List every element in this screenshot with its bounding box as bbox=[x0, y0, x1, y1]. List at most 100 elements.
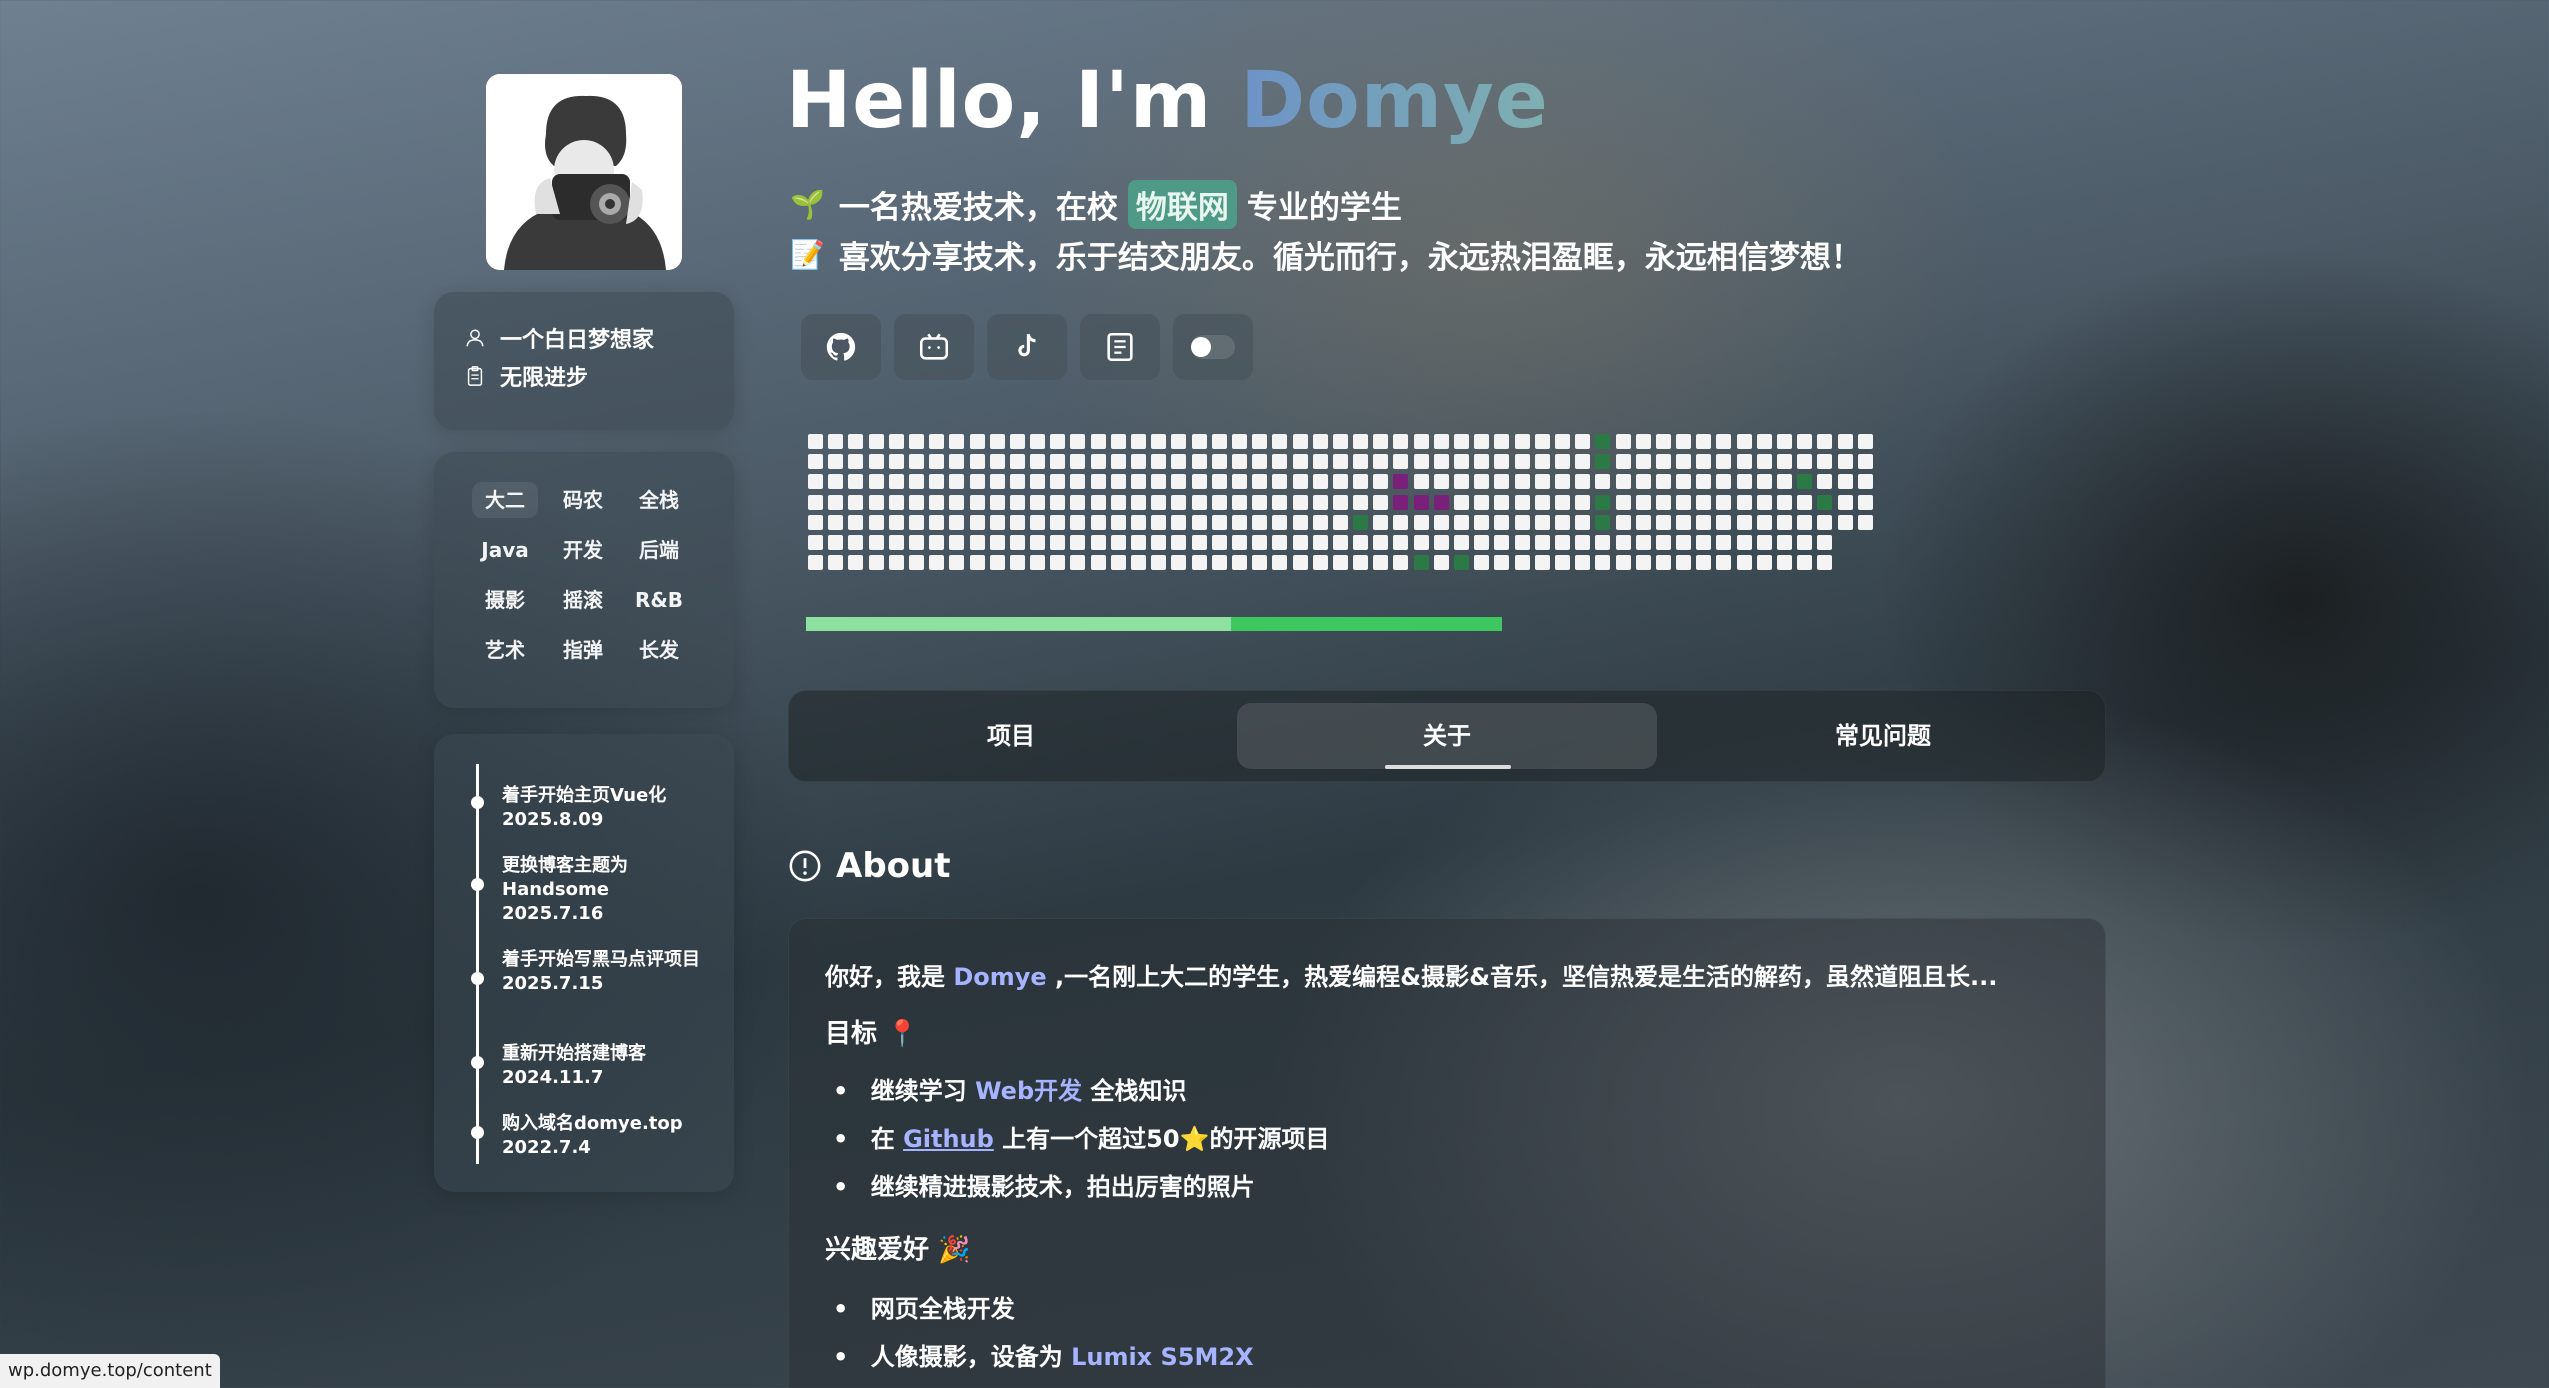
contribution-cell bbox=[1817, 434, 1833, 449]
contribution-cell bbox=[929, 454, 945, 470]
contribution-cell bbox=[888, 555, 904, 571]
timeline-item-date: 2025.8.09 bbox=[502, 809, 604, 830]
contribution-cell bbox=[1433, 555, 1449, 571]
contribution-cell bbox=[1554, 534, 1570, 550]
about-intro: 你好，我是 Domye ,一名刚上大二的学生，热爱编程&摄影&音乐，坚信热爱是生… bbox=[825, 957, 1997, 992]
bilibili-button[interactable] bbox=[894, 314, 974, 380]
contribution-cell bbox=[1131, 454, 1146, 470]
contribution-cell bbox=[1454, 494, 1469, 510]
contribution-cell bbox=[1454, 434, 1469, 449]
timeline-dot bbox=[471, 972, 484, 985]
bilibili-icon bbox=[919, 333, 949, 360]
contribution-cell bbox=[1171, 474, 1187, 490]
contribution-cell bbox=[1413, 454, 1429, 470]
contribution-cell bbox=[1554, 434, 1570, 449]
contribution-cell bbox=[888, 454, 904, 470]
blog-button[interactable] bbox=[1080, 314, 1160, 380]
tag[interactable]: 摄影 bbox=[472, 582, 538, 618]
contribution-cell bbox=[1474, 534, 1490, 550]
contribution-cell bbox=[1494, 534, 1510, 550]
contribution-cell bbox=[1716, 555, 1732, 571]
github-button[interactable] bbox=[801, 314, 881, 380]
contribution-cell bbox=[1575, 494, 1591, 510]
contribution-cell bbox=[1353, 494, 1369, 510]
contribution-cell bbox=[1252, 555, 1268, 571]
tab-faq[interactable]: 常见问题 bbox=[1673, 703, 2093, 769]
contribution-cell bbox=[1272, 514, 1288, 530]
tab-projects[interactable]: 项目 bbox=[801, 703, 1221, 769]
contribution-cell bbox=[1171, 514, 1187, 530]
contribution-cell bbox=[1353, 434, 1369, 449]
status-bar-url: wp.domye.top/content bbox=[0, 1354, 220, 1388]
contribution-cell bbox=[1211, 474, 1227, 490]
contribution-cell bbox=[1272, 555, 1288, 571]
contribution-cell bbox=[1332, 454, 1348, 470]
theme-toggle[interactable] bbox=[1191, 335, 1235, 359]
tiktok-button[interactable] bbox=[987, 314, 1067, 380]
tag[interactable]: 码农 bbox=[550, 482, 616, 518]
tag[interactable]: 艺术 bbox=[472, 632, 538, 668]
contribution-cell bbox=[1797, 514, 1813, 530]
contribution-cell bbox=[1474, 514, 1490, 530]
contribution-cell bbox=[1454, 454, 1469, 470]
contribution-cell bbox=[828, 434, 844, 449]
contribution-cell bbox=[1211, 514, 1227, 530]
tab-about[interactable]: 关于 bbox=[1237, 703, 1657, 769]
contribution-cell bbox=[969, 555, 985, 571]
tag[interactable]: 指弹 bbox=[550, 632, 616, 668]
tag[interactable]: 后端 bbox=[626, 532, 692, 568]
github-link[interactable]: Github bbox=[903, 1125, 994, 1153]
timeline-dot bbox=[471, 878, 484, 891]
contribution-cell bbox=[1655, 534, 1671, 550]
tag[interactable]: 大二 bbox=[472, 482, 538, 518]
contribution-cell bbox=[888, 534, 904, 550]
contribution-cell bbox=[1090, 434, 1106, 449]
contribution-cell bbox=[1575, 454, 1591, 470]
contribution-cell bbox=[1332, 474, 1348, 490]
contribution-cell bbox=[1009, 454, 1025, 470]
contribution-cell bbox=[929, 534, 945, 550]
tag[interactable]: R&B bbox=[626, 582, 692, 618]
contribution-cell bbox=[1131, 434, 1146, 449]
clipboard-icon bbox=[467, 366, 483, 386]
contribution-cell bbox=[888, 494, 904, 510]
contribution-grid bbox=[808, 434, 1873, 571]
contribution-cell bbox=[1575, 514, 1591, 530]
contribution-cell bbox=[1777, 454, 1792, 470]
contribution-cell bbox=[1433, 514, 1449, 530]
contribution-cell bbox=[1151, 454, 1167, 470]
intro-line-2-text: 喜欢分享技术，乐于结交朋友。循光而行，永远热泪盈眶，永远相信梦想！ bbox=[838, 240, 1862, 276]
contribution-cell bbox=[848, 474, 864, 490]
contribution-cell bbox=[1777, 474, 1792, 490]
contribution-cell bbox=[1171, 555, 1187, 571]
contribution-cell bbox=[1514, 454, 1530, 470]
contribution-cell bbox=[1030, 555, 1046, 571]
timeline-item-date: 2025.7.15 bbox=[502, 973, 604, 994]
contribution-cell bbox=[1292, 555, 1308, 571]
contribution-cell bbox=[908, 514, 924, 530]
tag[interactable]: 开发 bbox=[550, 532, 616, 568]
contribution-cell bbox=[1373, 555, 1389, 571]
contribution-cell bbox=[1030, 494, 1046, 510]
contribution-cell bbox=[1312, 514, 1328, 530]
contribution-cell bbox=[1393, 474, 1409, 490]
contribution-cell bbox=[1211, 434, 1227, 449]
contribution-cell bbox=[1756, 514, 1772, 530]
tag[interactable]: 摇滚 bbox=[550, 582, 616, 618]
tag[interactable]: 全栈 bbox=[626, 482, 692, 518]
contribution-cell bbox=[1676, 555, 1692, 571]
timeline-card: 着手开始主页Vue化 2025.8.09 更换博客主题为Handsome 202… bbox=[434, 734, 734, 1192]
theme-toggle-button[interactable] bbox=[1173, 314, 1253, 380]
contribution-cell bbox=[1433, 454, 1449, 470]
timeline-item: 购入域名domye.top 2022.7.4 bbox=[502, 1112, 712, 1160]
contribution-cell bbox=[868, 514, 884, 530]
contribution-cell bbox=[929, 514, 945, 530]
contribution-cell bbox=[1211, 454, 1227, 470]
contribution-cell bbox=[1131, 514, 1146, 530]
tag[interactable]: 长发 bbox=[626, 632, 692, 668]
tag[interactable]: Java bbox=[472, 532, 538, 568]
contribution-cell bbox=[1676, 474, 1692, 490]
contribution-cell bbox=[1433, 474, 1449, 490]
goal-item: 继续学习 Web开发 全栈知识 bbox=[833, 1071, 1187, 1106]
contribution-cell bbox=[1635, 514, 1651, 530]
